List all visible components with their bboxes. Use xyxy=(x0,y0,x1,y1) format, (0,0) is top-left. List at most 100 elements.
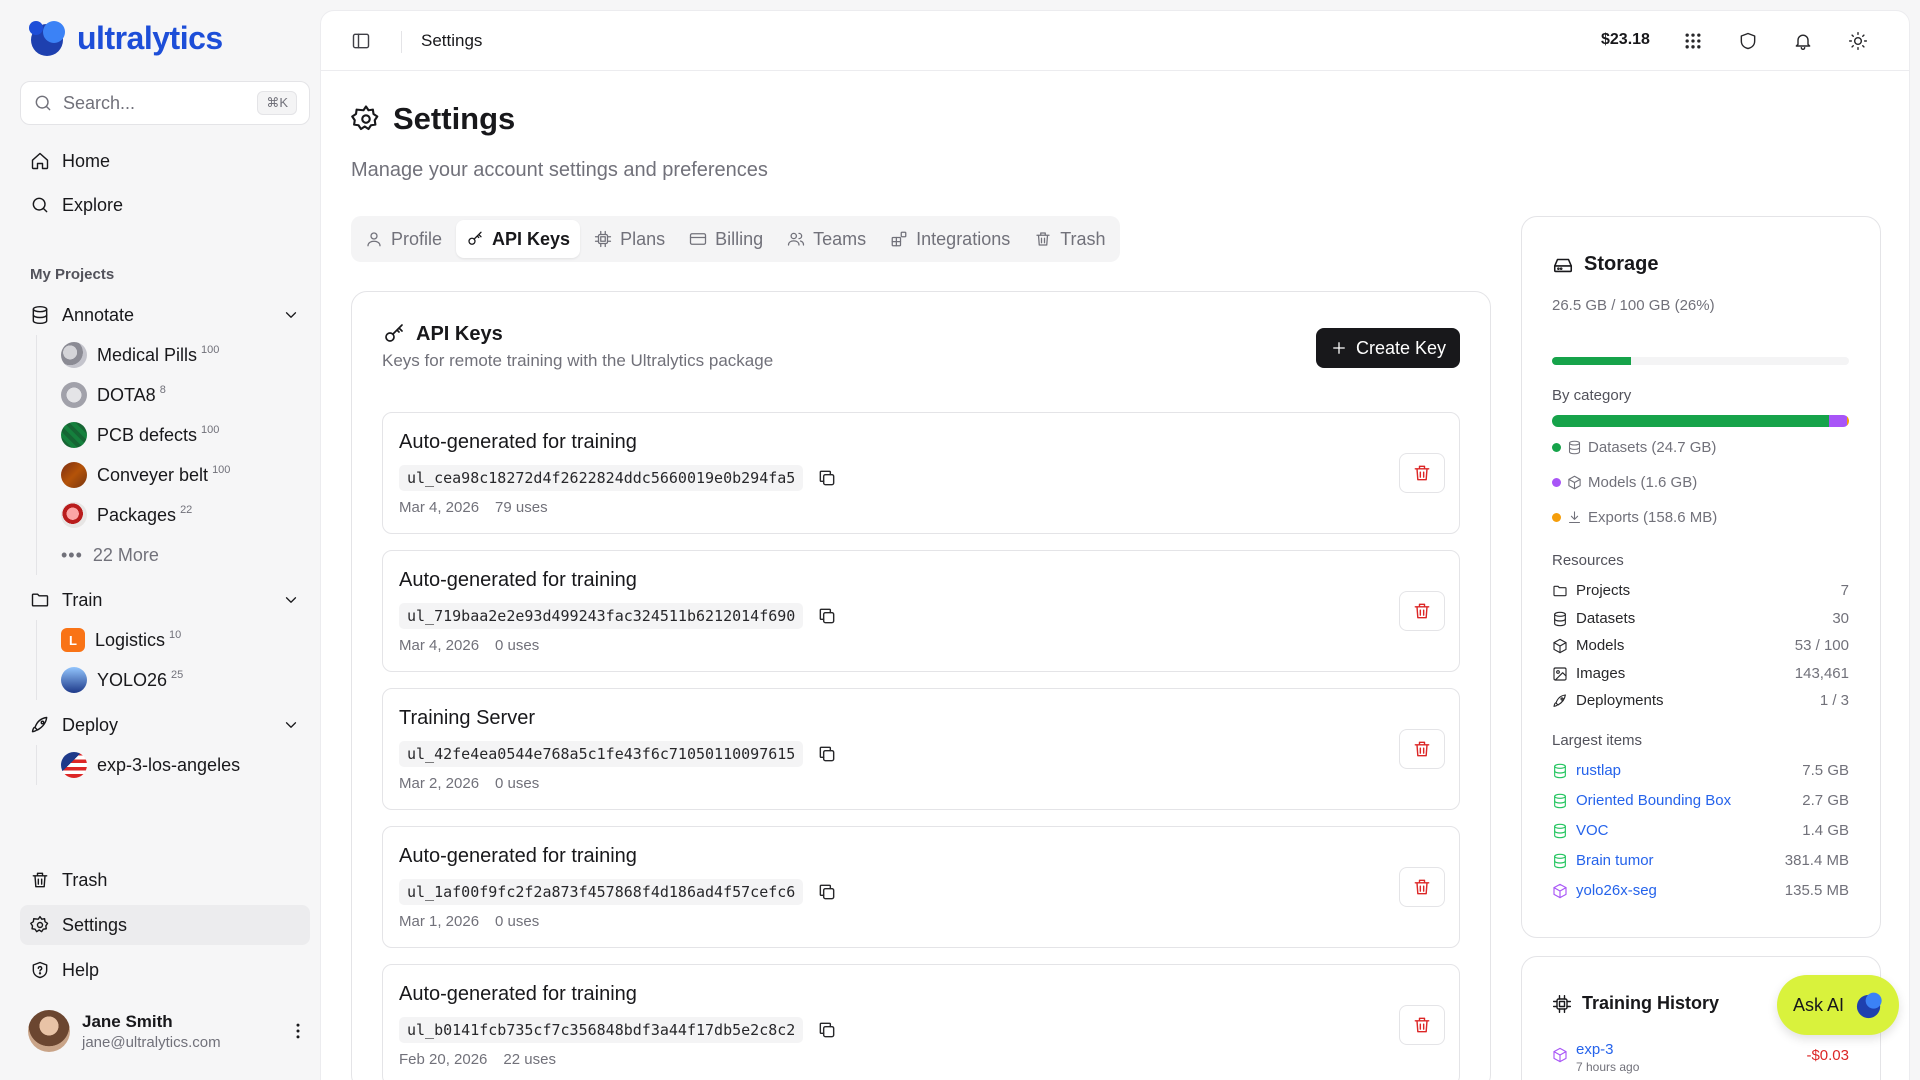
category-exports: Exports (158.6 MB) xyxy=(1552,509,1717,526)
tab-billing[interactable]: Billing xyxy=(679,220,773,258)
delete-key-button[interactable] xyxy=(1399,591,1445,631)
tab-trash[interactable]: Trash xyxy=(1024,220,1115,258)
resource-row: Deployments 1 / 3 xyxy=(1552,692,1849,709)
largest-item-name[interactable]: yolo26x-seg xyxy=(1576,882,1657,899)
api-key-row: Auto-generated for training ul_719baa2e2… xyxy=(382,550,1460,672)
project-item[interactable]: Conveyer belt 100 xyxy=(37,455,230,495)
ultralytics-logo-icon xyxy=(1856,992,1882,1019)
training-history-row[interactable]: exp-3 7 hours ago -$0.03 xyxy=(1552,1041,1849,1074)
copy-icon[interactable] xyxy=(817,606,837,626)
user-icon xyxy=(367,232,381,247)
project-count: 100 xyxy=(201,424,220,436)
chevron-down-icon[interactable] xyxy=(282,716,300,734)
user-menu[interactable]: Jane Smith jane@ultralytics.com xyxy=(28,1008,308,1054)
tab-api-keys[interactable]: API Keys xyxy=(456,220,581,258)
key-value[interactable]: ul_1af00f9fc2f2a873f457868f4d186ad4f57ce… xyxy=(399,879,804,905)
api-key-row: Auto-generated for training ul_b0141fcb7… xyxy=(382,964,1460,1080)
more-vertical-icon[interactable] xyxy=(288,1021,308,1041)
gear-icon xyxy=(30,915,49,933)
key-date: Feb 20, 2026 xyxy=(399,1051,488,1068)
copy-icon[interactable] xyxy=(817,1020,837,1040)
tab-plans[interactable]: Plans xyxy=(584,220,675,258)
key-value[interactable]: ul_b0141fcb735cf7c356848bdf3a44f17db5e2c… xyxy=(399,1017,804,1043)
breadcrumb: Settings xyxy=(421,31,483,50)
nav-help[interactable]: Help xyxy=(20,950,310,990)
nav-deploy[interactable]: Deploy xyxy=(20,705,310,745)
search-input[interactable]: Search... ⌘K xyxy=(20,81,310,125)
key-value[interactable]: ul_719baa2e2e93d499243fac324511b6212014f… xyxy=(399,603,804,629)
key-value-group: ul_cea98c18272d4f2622824ddc5660019e0b294… xyxy=(399,465,837,491)
largest-item-name[interactable]: Brain tumor xyxy=(1576,852,1654,869)
brand-logo[interactable]: ultralytics xyxy=(27,18,223,58)
nav-train[interactable]: Train xyxy=(20,580,310,620)
shield-icon[interactable] xyxy=(1738,31,1758,51)
api-keys-title: API Keys xyxy=(382,322,773,346)
key-value[interactable]: ul_cea98c18272d4f2622824ddc5660019e0b294… xyxy=(399,465,804,491)
largest-item-row[interactable]: rustlap 7.5 GB xyxy=(1552,762,1849,779)
tab-label: Integrations xyxy=(916,228,1011,249)
largest-item-row[interactable]: Brain tumor 381.4 MB xyxy=(1552,852,1849,869)
project-item[interactable]: PCB defects 100 xyxy=(37,415,230,455)
chevron-down-icon[interactable] xyxy=(282,306,300,324)
credit-balance[interactable]: $23.18 xyxy=(1601,31,1650,49)
tab-teams[interactable]: Teams xyxy=(777,220,876,258)
resource-label: Deployments xyxy=(1576,692,1664,709)
nav-explore-label: Explore xyxy=(62,194,124,215)
storage-title: Storage xyxy=(1552,253,1658,276)
gear-icon xyxy=(351,105,379,131)
key-value[interactable]: ul_42fe4ea0544e768a5c1fe43f6c71050110097… xyxy=(399,741,804,767)
sidebar-toggle-icon[interactable] xyxy=(351,31,371,51)
ultralytics-logo-icon xyxy=(27,18,71,58)
category-label: Datasets (24.7 GB) xyxy=(1588,439,1717,456)
nav-settings[interactable]: Settings xyxy=(20,905,310,945)
resource-value: 143,461 xyxy=(1794,665,1849,682)
ask-ai-button[interactable]: Ask AI xyxy=(1777,975,1899,1035)
more-projects-label: 22 More xyxy=(92,544,159,565)
largest-item-size: 1.4 GB xyxy=(1802,822,1849,839)
deployment-item[interactable]: exp-3-los-angeles xyxy=(37,745,240,785)
training-run-name[interactable]: exp-3 xyxy=(1576,1041,1639,1058)
largest-item-row[interactable]: Oriented Bounding Box 2.7 GB xyxy=(1552,792,1849,809)
nav-explore[interactable]: Explore xyxy=(20,185,310,225)
key-name: Training Server xyxy=(399,707,535,729)
delete-key-button[interactable] xyxy=(1399,453,1445,493)
largest-item-row[interactable]: yolo26x-seg 135.5 MB xyxy=(1552,882,1849,899)
nav-trash[interactable]: Trash xyxy=(20,860,310,900)
tab-integrations[interactable]: Integrations xyxy=(880,220,1020,258)
more-projects-link[interactable]: ••• 22 More xyxy=(37,535,230,575)
project-item[interactable]: Packages 22 xyxy=(37,495,230,535)
project-item[interactable]: Medical Pills 100 xyxy=(37,335,230,375)
key-name: Auto-generated for training xyxy=(399,845,637,867)
apps-grid-icon[interactable] xyxy=(1683,31,1703,51)
copy-icon[interactable] xyxy=(817,882,837,902)
create-key-button[interactable]: Create Key xyxy=(1315,328,1460,368)
key-date: Mar 2, 2026 xyxy=(399,775,480,792)
largest-item-row[interactable]: VOC 1.4 GB xyxy=(1552,822,1849,839)
chevron-down-icon[interactable] xyxy=(282,591,300,609)
project-item[interactable]: L Logistics 10 xyxy=(37,620,183,660)
category-bar-segment xyxy=(1552,415,1830,427)
nav-annotate[interactable]: Annotate xyxy=(20,295,310,335)
delete-key-button[interactable] xyxy=(1399,867,1445,907)
copy-icon[interactable] xyxy=(817,744,837,764)
delete-key-button[interactable] xyxy=(1399,729,1445,769)
tab-label: Billing xyxy=(715,228,764,249)
my-projects-label: My Projects xyxy=(30,266,115,283)
bell-icon[interactable] xyxy=(1793,31,1813,51)
largest-item-name[interactable]: Oriented Bounding Box xyxy=(1576,792,1731,809)
largest-item-name[interactable]: rustlap xyxy=(1576,762,1621,779)
resource-value: 30 xyxy=(1832,610,1849,627)
tab-profile[interactable]: Profile xyxy=(355,220,452,258)
copy-icon[interactable] xyxy=(817,468,837,488)
project-item[interactable]: DOTA8 8 xyxy=(37,375,230,415)
resource-row: Models 53 / 100 xyxy=(1552,637,1849,654)
nav-home-label: Home xyxy=(62,150,111,171)
annotate-project-list: Medical Pills 100 DOTA8 8 PCB defects 10… xyxy=(36,335,230,575)
largest-item-name[interactable]: VOC xyxy=(1576,822,1609,839)
category-label: Models (1.6 GB) xyxy=(1588,474,1698,491)
nav-home[interactable]: Home xyxy=(20,141,310,181)
sun-icon[interactable] xyxy=(1848,31,1868,51)
train-project-list: L Logistics 10 YOLO26 25 xyxy=(36,620,183,700)
delete-key-button[interactable] xyxy=(1399,1005,1445,1045)
project-item[interactable]: YOLO26 25 xyxy=(37,660,183,700)
